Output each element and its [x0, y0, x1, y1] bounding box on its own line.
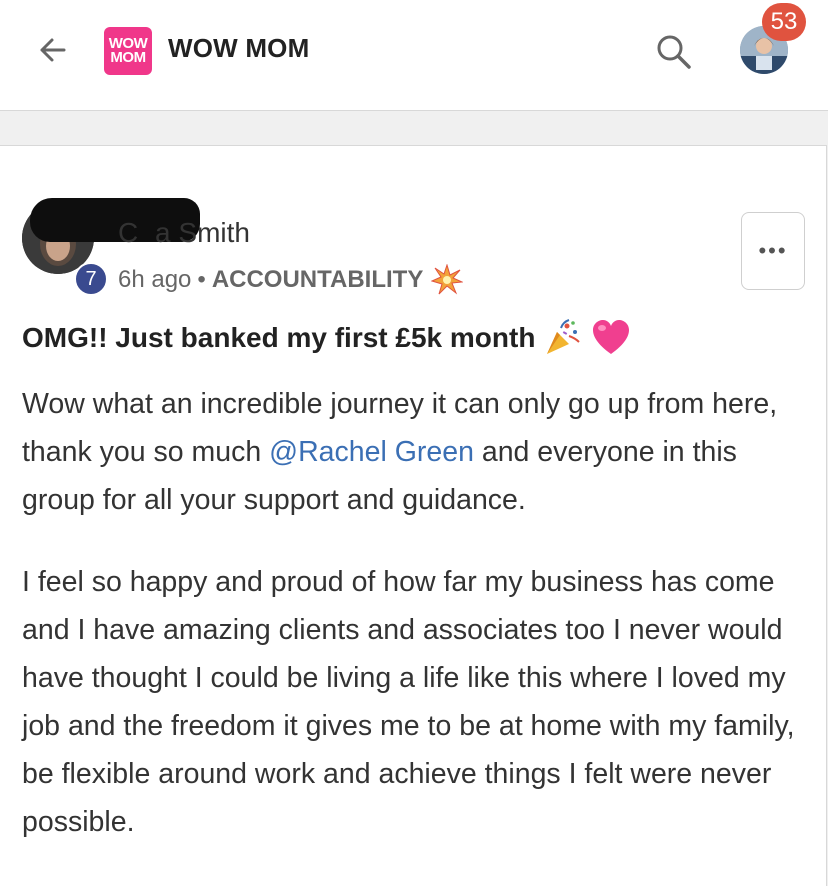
top-app-bar: WOW MOM WOW MOM 53	[0, 0, 828, 111]
post-paragraph-1: Wow what an incredible journey it can on…	[22, 380, 812, 524]
post-time: 6h ago	[118, 266, 192, 293]
more-options-button[interactable]: •••	[741, 212, 805, 290]
logo-line-2: MOM	[110, 49, 146, 66]
mention-link[interactable]: @Rachel Green	[269, 436, 474, 468]
post-body: Wow what an incredible journey it can on…	[22, 380, 812, 880]
feed-spacer	[0, 111, 828, 145]
ellipsis-icon: •••	[758, 238, 788, 263]
meta-separator: •	[197, 266, 206, 293]
sparkle-burst-icon	[431, 264, 464, 295]
post-category[interactable]: ACCOUNTABILITY	[212, 266, 424, 294]
back-arrow-icon[interactable]	[34, 30, 74, 70]
post-meta: 6h ago • ACCOUNTABILITY	[118, 264, 464, 296]
post-title: OMG!! Just banked my first £5k month	[22, 318, 631, 358]
search-icon[interactable]	[652, 30, 696, 74]
group-logo[interactable]: WOW MOM	[104, 27, 152, 75]
author-name[interactable]: C a Smith	[118, 217, 250, 249]
level-badge: 7	[74, 262, 108, 296]
post-card: 7 C a Smith 6h ago • ACCOUNTABILITY ••• …	[0, 145, 827, 886]
group-title[interactable]: WOW MOM	[168, 33, 309, 64]
pink-heart-icon	[593, 320, 630, 354]
notification-badge[interactable]: 53	[762, 3, 806, 41]
post-title-text: OMG!! Just banked my first £5k month	[22, 322, 536, 353]
post-paragraph-2: I feel so happy and proud of how far my …	[22, 566, 795, 838]
party-popper-icon	[547, 319, 581, 354]
